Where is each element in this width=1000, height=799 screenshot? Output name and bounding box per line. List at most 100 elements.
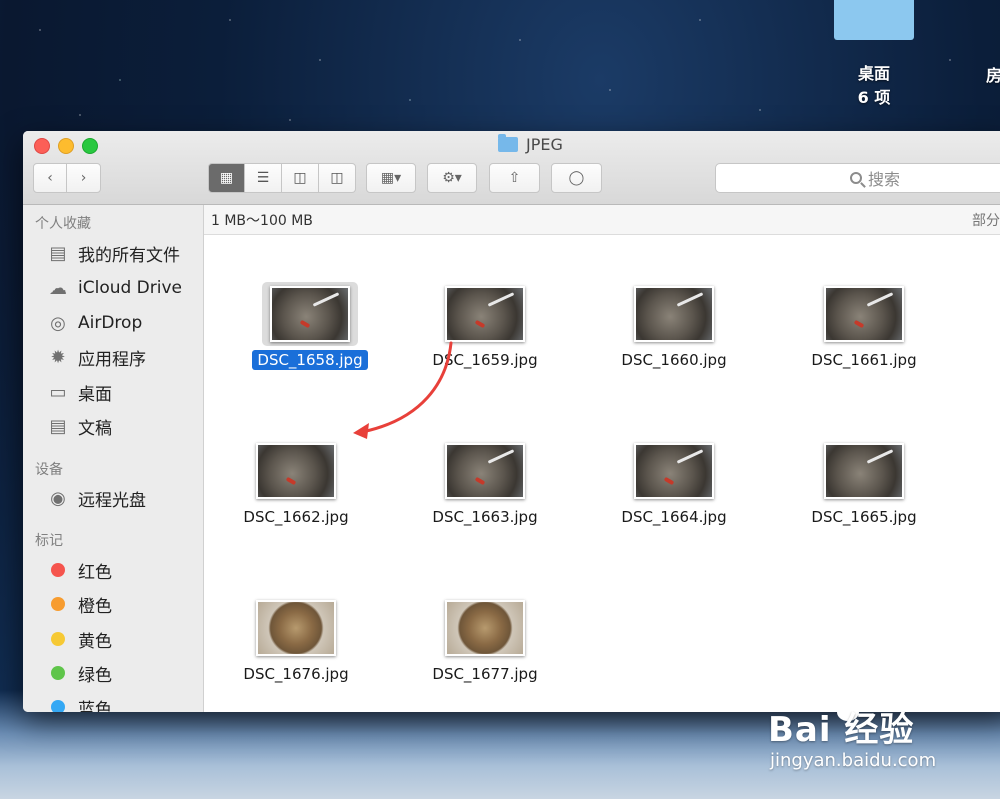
file-item[interactable]: DSC_1665.jpg — [789, 439, 939, 527]
disc-icon: ◉ — [50, 487, 66, 509]
search-scope-bar: 1 MB～100 MB 部分 — [204, 205, 1000, 235]
share-button[interactable]: ⇧ — [489, 163, 540, 193]
desktop-item-label: 桌面 — [857, 64, 890, 83]
file-thumbnail-wrap — [816, 282, 912, 346]
desktop-item-partial[interactable]: 房 — [986, 62, 1000, 86]
coverflow-view-button[interactable]: ◫ — [319, 163, 356, 193]
search-input[interactable]: 搜索 — [715, 163, 1000, 193]
airdrop-icon: ◎ — [50, 312, 66, 334]
sidebar-item-all-files[interactable]: ▤ 我的所有文件 — [47, 239, 180, 267]
tag-color-dot — [51, 563, 65, 577]
cloud-icon: ☁ — [49, 277, 67, 299]
action-button[interactable]: ⚙▾ — [427, 163, 477, 193]
share-icon: ⇧ — [508, 170, 521, 186]
sidebar-tag-orange[interactable]: 橙色 — [47, 590, 112, 618]
sidebar: 个人收藏 ▤ 我的所有文件 ☁ iCloud Drive ◎ AirDrop ✹… — [23, 205, 204, 712]
file-item[interactable]: DSC_1664.jpg — [599, 439, 749, 527]
applications-icon: ✹ — [50, 346, 66, 368]
close-button[interactable] — [34, 138, 50, 154]
all-files-icon: ▤ — [49, 242, 67, 264]
watermark-url: jingyan.baidu.com — [770, 750, 937, 771]
list-view-button[interactable]: ☰ — [245, 163, 282, 193]
zoom-button[interactable] — [82, 138, 98, 154]
tag-color-dot — [51, 666, 65, 680]
tag-icon: ◯ — [568, 170, 585, 186]
desktop-icon: ▭ — [49, 381, 67, 403]
sidebar-item-label: 蓝色 — [78, 699, 112, 713]
search-icon — [849, 172, 862, 184]
file-thumbnail-wrap — [816, 439, 912, 503]
search-placeholder: 搜索 — [867, 170, 900, 189]
sidebar-item-label: iCloud Drive — [78, 278, 183, 298]
annotation-arrow — [353, 341, 453, 439]
sidebar-tag-blue[interactable]: 蓝色 — [47, 693, 112, 712]
desktop-item-count: 6 项 — [857, 88, 891, 107]
chevron-left-icon: ‹ — [47, 170, 53, 186]
partial-label[interactable]: 部分 — [972, 210, 1000, 230]
file-item[interactable]: DSC_1677.jpg — [410, 596, 560, 684]
minimize-button[interactable] — [58, 138, 74, 154]
icon-view-button[interactable]: ▦ — [208, 163, 245, 193]
file-name: DSC_1660.jpg — [621, 351, 727, 369]
sidebar-item-icloud[interactable]: ☁ iCloud Drive — [47, 274, 182, 302]
sidebar-item-label: 我的所有文件 — [78, 245, 180, 266]
grid-icon: ▦ — [219, 170, 234, 186]
sidebar-item-label: AirDrop — [78, 313, 143, 333]
image-thumbnail — [256, 443, 336, 499]
file-name: DSC_1662.jpg — [243, 508, 349, 526]
file-thumbnail-wrap — [437, 282, 533, 346]
sidebar-section-tags: 标记 — [35, 533, 63, 549]
image-thumbnail — [445, 286, 525, 342]
sidebar-item-label: 黄色 — [78, 631, 112, 652]
image-thumbnail — [634, 286, 714, 342]
file-name: DSC_1664.jpg — [621, 508, 727, 526]
image-thumbnail — [634, 443, 714, 499]
desktop-item-desktop[interactable]: 桌面 6 项 — [832, 62, 916, 110]
sidebar-item-remote-disc[interactable]: ◉ 远程光盘 — [47, 484, 146, 512]
file-thumbnail-wrap — [626, 282, 722, 346]
window-title: JPEG — [498, 134, 563, 154]
sidebar-item-desktop[interactable]: ▭ 桌面 — [47, 378, 112, 406]
file-name: DSC_1676.jpg — [243, 665, 349, 683]
image-thumbnail — [445, 600, 525, 656]
view-switcher: ▦ ☰ ◫ ◫ — [208, 163, 356, 193]
sidebar-item-documents[interactable]: ▤ 文稿 — [47, 412, 112, 440]
image-thumbnail — [256, 600, 336, 656]
file-item[interactable]: DSC_1661.jpg — [789, 282, 939, 370]
sidebar-tag-yellow[interactable]: 黄色 — [47, 625, 112, 653]
sidebar-tag-green[interactable]: 绿色 — [47, 659, 112, 687]
image-thumbnail — [270, 286, 350, 342]
sidebar-section-devices: 设备 — [35, 462, 63, 478]
chevron-right-icon: › — [80, 170, 87, 186]
file-name: DSC_1665.jpg — [811, 508, 917, 526]
tags-button[interactable]: ◯ — [551, 163, 602, 193]
sidebar-tag-red[interactable]: 红色 — [47, 556, 112, 584]
folder-icon — [498, 134, 518, 152]
tag-color-dot — [51, 597, 65, 611]
finder-window: JPEG ‹ › ▦ ☰ ◫ ◫ ▦▾ ⚙▾ ⇧ ◯ 搜索 个人收藏 ▤ 我的所… — [23, 131, 1000, 712]
desktop-folder-icon[interactable] — [834, 0, 914, 40]
sidebar-section-favorites: 个人收藏 — [35, 216, 91, 232]
size-filter[interactable]: 1 MB～100 MB — [211, 210, 313, 230]
arrange-button[interactable]: ▦▾ — [366, 163, 416, 193]
columns-icon: ◫ — [293, 170, 307, 186]
gear-icon: ⚙▾ — [442, 170, 462, 186]
toolbar: JPEG ‹ › ▦ ☰ ◫ ◫ ▦▾ ⚙▾ ⇧ ◯ 搜索 — [23, 131, 1000, 205]
window-title-text: JPEG — [526, 135, 563, 154]
sidebar-item-label: 应用程序 — [78, 349, 146, 370]
file-item[interactable]: DSC_1676.jpg — [221, 596, 371, 684]
documents-icon: ▤ — [49, 415, 67, 437]
sidebar-item-airdrop[interactable]: ◎ AirDrop — [47, 309, 142, 337]
sidebar-item-label: 文稿 — [78, 418, 112, 439]
file-thumbnail-wrap — [626, 439, 722, 503]
file-item[interactable]: DSC_1660.jpg — [599, 282, 749, 370]
tag-color-dot — [51, 632, 65, 646]
file-thumbnail-wrap — [262, 282, 358, 346]
arrange-icon: ▦▾ — [380, 170, 402, 186]
image-thumbnail — [824, 286, 904, 342]
file-thumbnail-wrap — [248, 596, 344, 660]
sidebar-item-applications[interactable]: ✹ 应用程序 — [47, 343, 146, 371]
forward-button[interactable]: › — [66, 163, 101, 193]
column-view-button[interactable]: ◫ — [282, 163, 319, 193]
back-button[interactable]: ‹ — [33, 163, 67, 193]
